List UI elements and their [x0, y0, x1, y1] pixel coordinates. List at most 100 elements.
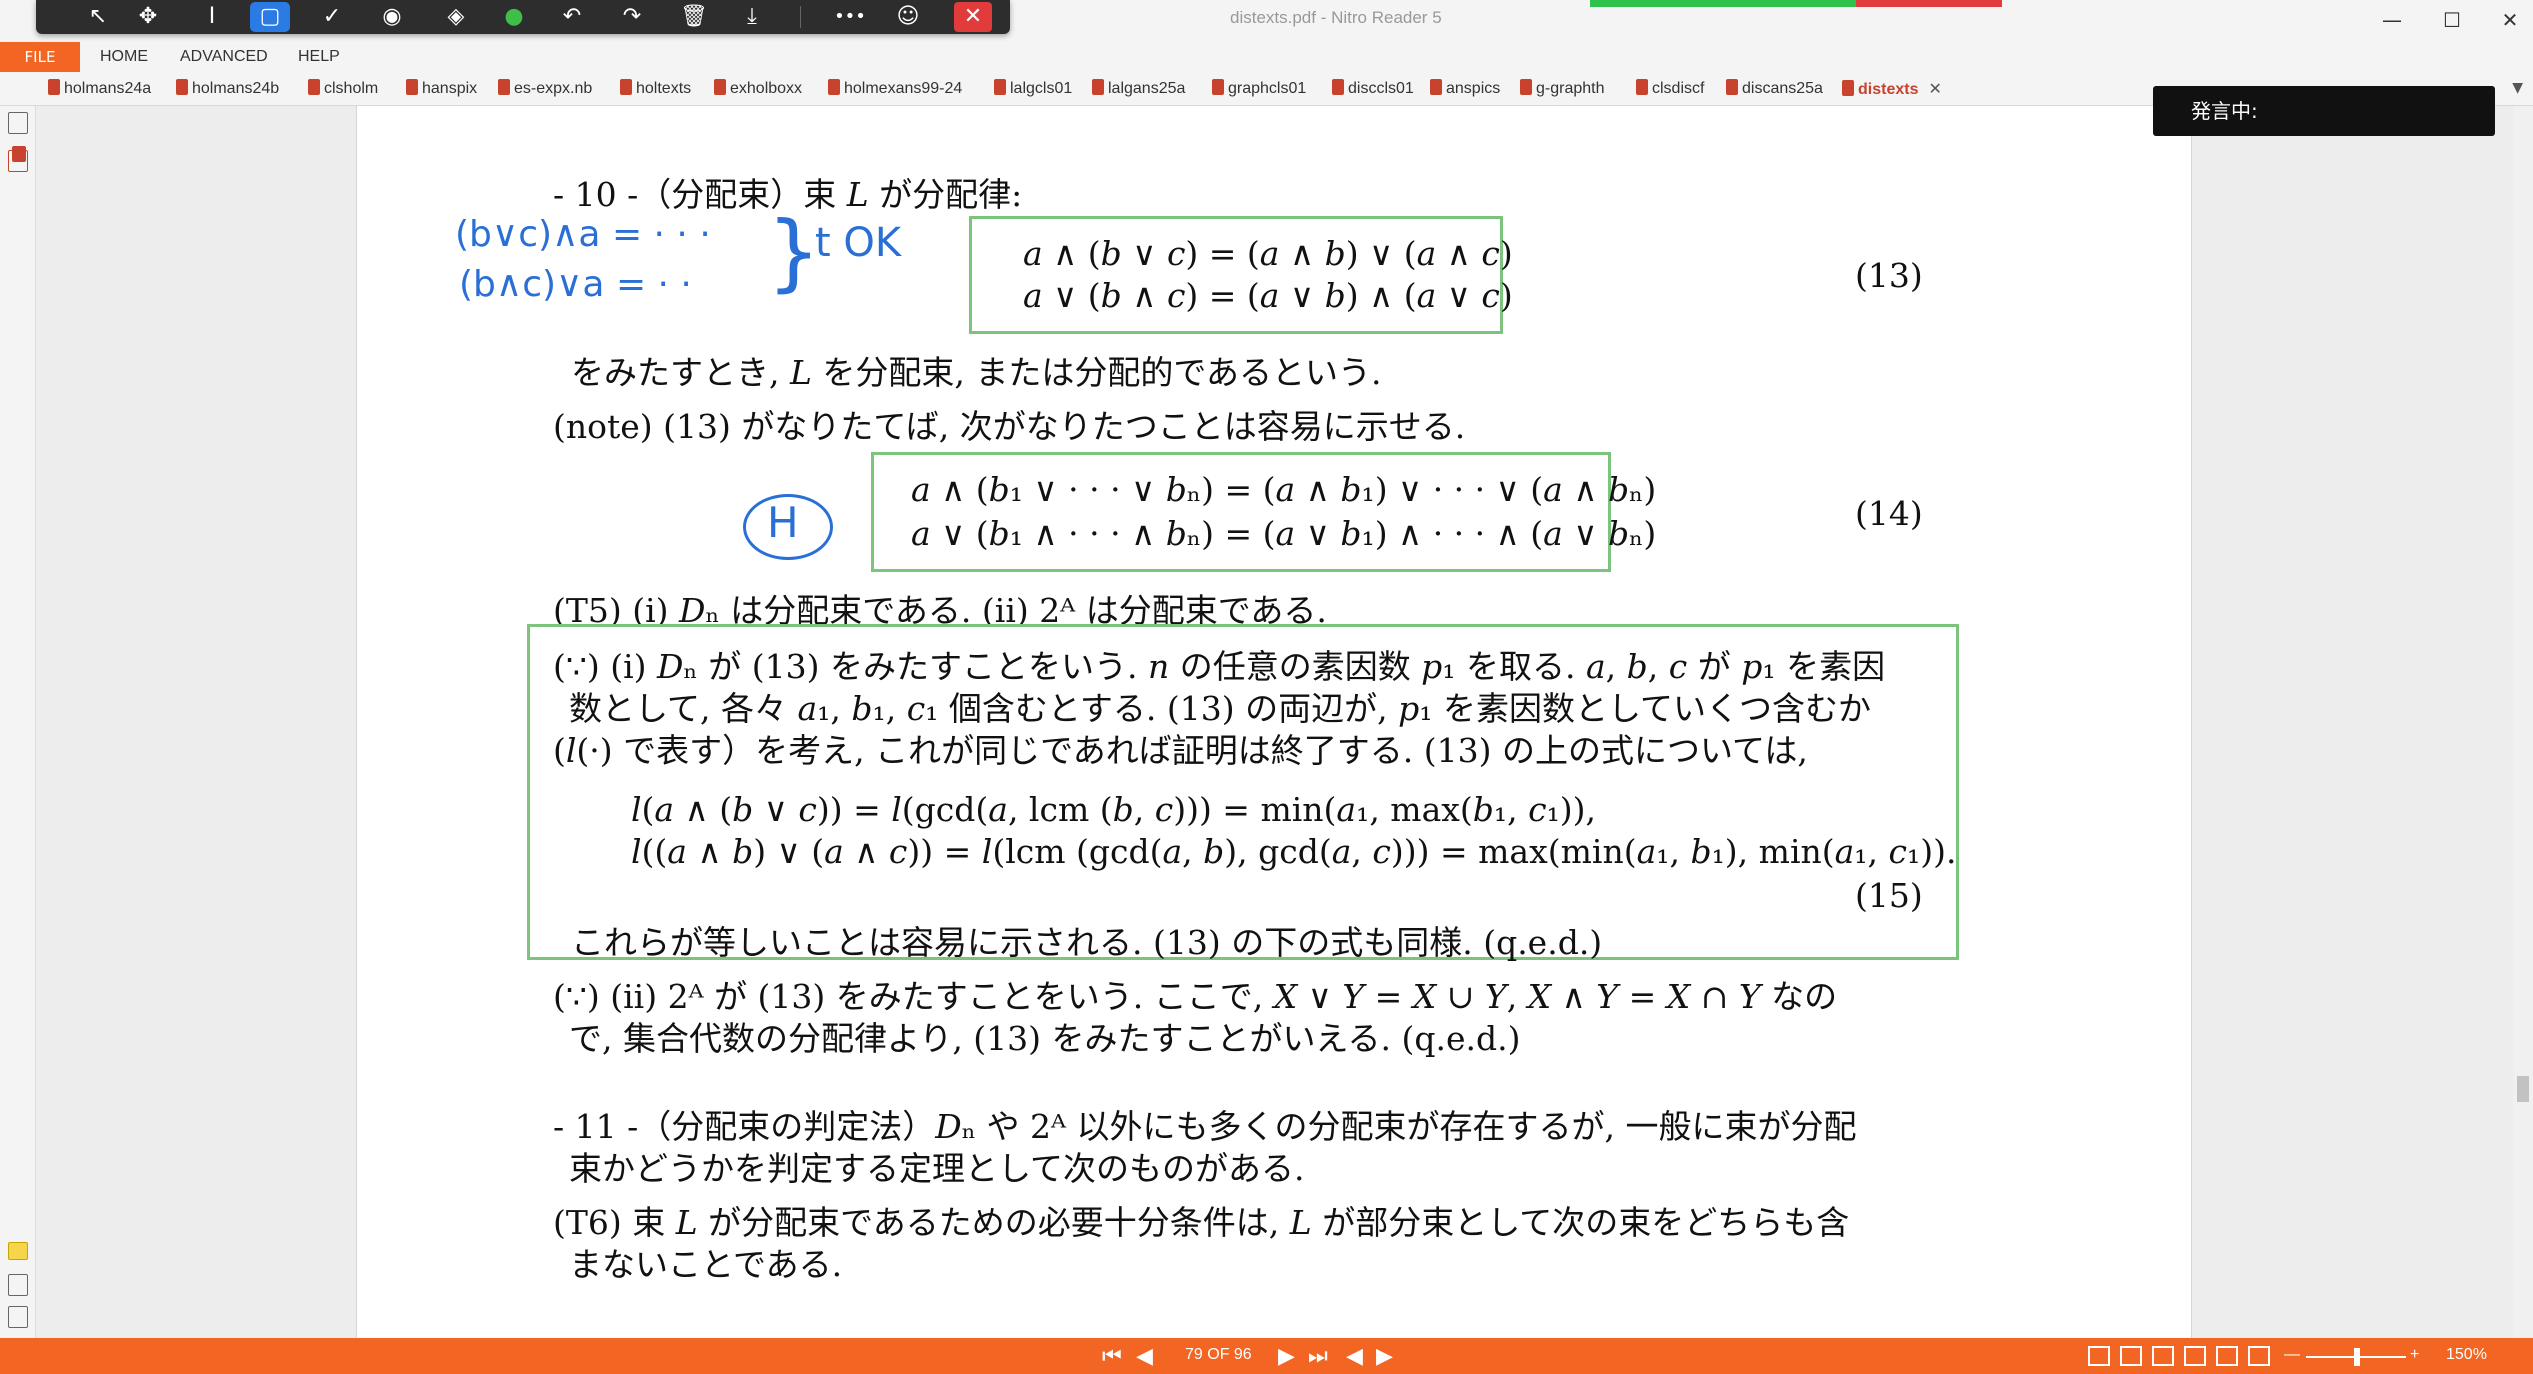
- back-view-icon[interactable]: ◀: [1346, 1344, 1363, 1369]
- tab-document[interactable]: holmans24a: [48, 79, 151, 103]
- toolbar-separator: [800, 6, 801, 28]
- minimize-button[interactable]: —: [2362, 4, 2422, 36]
- toolbar-close-button[interactable]: ✕: [954, 2, 992, 32]
- pdf-icon: [1092, 79, 1104, 95]
- comments-icon[interactable]: [8, 1242, 28, 1260]
- user-icon[interactable]: ☺: [888, 2, 928, 32]
- ribbon-menu: FILE HOME ADVANCED HELP: [0, 42, 2533, 72]
- rectangle-icon[interactable]: ▢: [250, 2, 290, 32]
- next-page-icon[interactable]: ▶: [1278, 1344, 1295, 1369]
- progress-strip-green: [1590, 0, 1856, 7]
- single-page-view-icon[interactable]: [2088, 1346, 2110, 1366]
- proof-1-line-3: (𝑙(·) で表す）を考え, これが同じであれば証明は終了する. (13) の上…: [553, 731, 1808, 770]
- forward-view-icon[interactable]: ▶: [1376, 1344, 1393, 1369]
- copy-icon[interactable]: [8, 1274, 28, 1296]
- previous-page-icon[interactable]: ◀: [1136, 1344, 1153, 1369]
- download-icon[interactable]: ⤓: [732, 2, 772, 32]
- tab-label: anspics: [1446, 80, 1501, 97]
- undo-icon[interactable]: ↶: [552, 2, 592, 32]
- fullscreen-icon[interactable]: [2248, 1346, 2270, 1366]
- section-11-line-2: 束かどうかを判定する定理として次のものがある.: [569, 1149, 1305, 1188]
- nitro-reader-window: distexts.pdf - Nitro Reader 5 — ☐ ✕ ↖ ✥ …: [0, 0, 2533, 1374]
- bookmarks-icon[interactable]: [12, 146, 26, 162]
- tab-document[interactable]: holmexans99-24: [828, 79, 962, 103]
- pdf-icon: [1430, 79, 1442, 95]
- vertical-scrollbar[interactable]: [2513, 106, 2533, 1338]
- pdf-icon: [176, 79, 188, 95]
- equation-13-number: (13): [1855, 256, 1923, 295]
- tab-document[interactable]: disccls01: [1332, 79, 1414, 103]
- first-page-icon[interactable]: ⏮: [1102, 1344, 1122, 1369]
- tab-document[interactable]: hanspix: [406, 79, 477, 103]
- proof-2-line-2: で, 集合代数の分配律より, (13) をみたすことがいえる. (q.e.d.): [569, 1019, 1521, 1058]
- pdf-icon: [308, 79, 320, 95]
- proof-1-line-1: (∵) (i) 𝐷ₙ が (13) をみたすことをいう. 𝑛 の任意の素因数 𝑝…: [553, 647, 1886, 686]
- tab-document[interactable]: discans25a: [1726, 79, 1823, 103]
- tab-label: clsholm: [324, 80, 379, 97]
- tab-document[interactable]: lalgans25a: [1092, 79, 1185, 103]
- equation-14-line-2: 𝑎 ∨ (𝑏₁ ∧ · · · ∧ 𝑏ₙ) = (𝑎 ∨ 𝑏₁) ∧ · · ·…: [911, 514, 1657, 553]
- color-dot-icon[interactable]: ●: [494, 2, 534, 32]
- tab-document[interactable]: clsdiscf: [1636, 79, 1704, 103]
- tab-document[interactable]: holmans24b: [176, 79, 279, 103]
- section-11-line-1: - 11 -（分配束の判定法）𝐷ₙ や 2ᴬ 以外にも多くの分配束が存在するが,…: [553, 1107, 1857, 1146]
- tab-label: hanspix: [422, 80, 478, 97]
- proof-2-line-1: (∵) (ii) 2ᴬ が (13) をみたすことをいう. ここで, 𝑋 ∨ 𝑌…: [553, 977, 1838, 1016]
- more-icon[interactable]: •••: [830, 2, 870, 32]
- tab-document[interactable]: anspics: [1430, 79, 1500, 103]
- tab-close-icon[interactable]: ✕: [1928, 81, 1941, 98]
- proof-1-line-2: 数として, 各々 𝑎₁, 𝑏₁, 𝑐₁ 個含むとする. (13) の両辺が, 𝑝…: [569, 689, 1871, 728]
- document-view[interactable]: - 10 -（分配束）束 𝐿 が分配律: (b∨c)∧a = · · · (b∧…: [36, 106, 2533, 1338]
- page-thumbnails-icon[interactable]: [8, 112, 28, 134]
- progress-strip-red: [1856, 0, 2002, 7]
- zoom-out-button[interactable]: —: [2284, 1346, 2300, 1364]
- move-icon[interactable]: ✥: [128, 2, 168, 32]
- tab-label: holtexts: [636, 80, 692, 97]
- pdf-icon: [1726, 79, 1738, 95]
- theorem-t6-line-1: (T6) 束 𝐿 が分配束であるための必要十分条件は, 𝐿 が部分束として次の束…: [553, 1203, 1850, 1242]
- tab-document[interactable]: clsholm: [308, 79, 378, 103]
- continuous-view-icon[interactable]: [2120, 1346, 2142, 1366]
- tab-label: lalgcls01: [1010, 80, 1073, 97]
- tab-document[interactable]: lalgcls01: [994, 79, 1072, 103]
- tab-document[interactable]: es-expx.nb: [498, 79, 592, 103]
- close-button[interactable]: ✕: [2480, 4, 2533, 36]
- select-arrow-icon[interactable]: ↖: [78, 2, 118, 32]
- last-page-icon[interactable]: ⏭: [1308, 1344, 1328, 1369]
- stamp-icon[interactable]: ◉: [372, 2, 412, 32]
- scroll-thumb[interactable]: [2517, 1076, 2529, 1102]
- file-menu[interactable]: FILE: [0, 42, 80, 72]
- pdf-page: - 10 -（分配束）束 𝐿 が分配律: (b∨c)∧a = · · · (b∧…: [356, 106, 2192, 1338]
- menu-advanced[interactable]: ADVANCED: [180, 48, 268, 66]
- two-page-view-icon[interactable]: [2152, 1346, 2174, 1366]
- tab-document[interactable]: holtexts: [620, 79, 691, 103]
- pdf-icon: [1332, 79, 1344, 95]
- delete-icon[interactable]: 🗑: [674, 2, 714, 32]
- pdf-icon: [714, 79, 726, 95]
- zoom-slider-knob[interactable]: [2354, 1348, 2360, 1366]
- speech-indicator: 発言中:: [2153, 86, 2495, 136]
- menu-home[interactable]: HOME: [100, 48, 148, 66]
- menu-help[interactable]: HELP: [298, 48, 340, 66]
- redo-icon[interactable]: ↷: [612, 2, 652, 32]
- tab-document[interactable]: graphcls01: [1212, 79, 1306, 103]
- tab-overflow-icon[interactable]: ▼: [2512, 80, 2523, 96]
- equation-15-line-1: 𝑙(𝑎 ∧ (𝑏 ∨ 𝑐)) = 𝑙(gcd(𝑎, lcm (𝑏, 𝑐))) =…: [631, 790, 1597, 829]
- grid-view-icon[interactable]: [2184, 1346, 2206, 1366]
- text-cursor-icon[interactable]: I: [192, 2, 232, 32]
- page-indicator[interactable]: 79 OF 96: [1185, 1346, 1252, 1364]
- pdf-icon: [828, 79, 840, 95]
- handwritten-note-2: (b∧c)∨a = · ·: [459, 264, 692, 305]
- zoom-in-button[interactable]: +: [2410, 1346, 2419, 1364]
- tab-document[interactable]: exholboxx: [714, 79, 802, 103]
- list-icon[interactable]: [8, 1306, 28, 1328]
- tab-active-document[interactable]: distexts ✕: [1842, 79, 1942, 103]
- fit-width-icon[interactable]: [2216, 1346, 2238, 1366]
- left-rail: [0, 106, 36, 1338]
- check-icon[interactable]: ✓: [312, 2, 352, 32]
- tab-label: holmans24a: [64, 80, 152, 97]
- maximize-button[interactable]: ☐: [2422, 4, 2482, 36]
- tab-document[interactable]: g-graphth: [1520, 79, 1605, 103]
- zoom-level[interactable]: 150%: [2446, 1346, 2487, 1364]
- eraser-icon[interactable]: ◈: [436, 2, 476, 32]
